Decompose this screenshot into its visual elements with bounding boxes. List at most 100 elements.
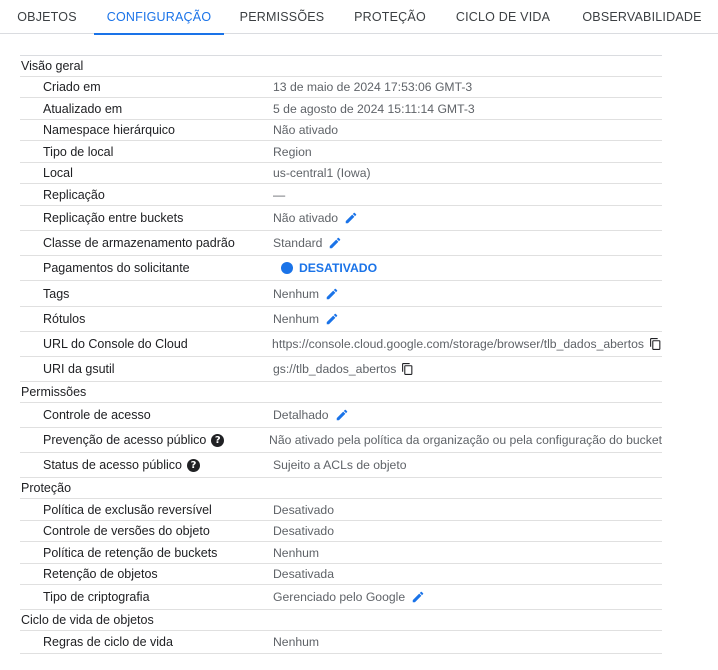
section-overview-title: Visão geral (20, 56, 662, 77)
created-value: 13 de maio de 2024 17:53:06 GMT-3 (273, 80, 473, 94)
storage-class-label: Classe de armazenamento padrão (43, 236, 235, 250)
replication-value: — (273, 187, 286, 202)
labels-label: Rótulos (43, 312, 86, 326)
namespace-label: Namespace hierárquico (43, 123, 176, 137)
encryption-label: Tipo de criptografia (43, 590, 150, 604)
public-prevention-label-cell: Prevenção de acesso público ? (20, 433, 269, 447)
bucket-retention-label: Política de retenção de buckets (43, 545, 218, 560)
row-namespace: Namespace hierárquico Não ativado (20, 120, 662, 141)
row-soft-delete: Política de exclusão reversível Desativa… (20, 499, 662, 521)
gsutil-uri-value: gs://tlb_dados_abertos (273, 362, 397, 376)
row-replication: Replicação — (20, 184, 662, 206)
soft-delete-value: Desativado (273, 502, 334, 517)
tab-configuracao[interactable]: CONFIGURAÇÃO (94, 0, 224, 35)
encryption-value: Gerenciado pelo Google (273, 590, 406, 604)
lifecycle-rules-label: Regras de ciclo de vida (43, 635, 173, 649)
tab-objetos[interactable]: OBJETOS (6, 0, 88, 34)
help-icon[interactable]: ? (186, 458, 200, 472)
tags-cell: Nenhum (273, 287, 662, 301)
versioning-value: Desativado (273, 524, 334, 538)
created-label: Criado em (43, 80, 101, 94)
row-storage-class: Classe de armazenamento padrão Standard (20, 231, 662, 256)
tags-label: Tags (43, 286, 70, 301)
public-status-label: Status de acesso público (43, 458, 182, 472)
namespace-value: Não ativado (273, 123, 339, 137)
public-prevention-value: Não ativado pela política da organização… (269, 433, 662, 447)
gsutil-uri-cell: gs://tlb_dados_abertos (273, 362, 662, 376)
row-gsutil-uri: URI da gsutil gs://tlb_dados_abertos (20, 357, 662, 382)
location-type-value: Region (273, 144, 312, 159)
row-location: Local us-central1 (Iowa) (20, 163, 662, 184)
section-lifecycle-title: Ciclo de vida de objetos (20, 610, 662, 631)
requester-pays-cell: DESATIVADO (273, 261, 662, 275)
tab-observabilidade[interactable]: OBSERVABILIDADE (572, 0, 712, 34)
copy-icon[interactable] (401, 362, 414, 376)
status-dot-icon (281, 262, 293, 274)
section-permissions-title: Permissões (20, 382, 662, 403)
public-status-value: Sujeito a ACLs de objeto (273, 458, 407, 472)
row-bucket-retention: Política de retenção de buckets Nenhum (20, 542, 662, 564)
row-tags: Tags Nenhum (20, 281, 662, 307)
edit-icon[interactable] (411, 590, 425, 604)
object-retention-value: Desativada (273, 567, 334, 581)
console-url-label: URL do Console do Cloud (43, 337, 188, 351)
labels-value: Nenhum (273, 312, 320, 326)
bucket-retention-value: Nenhum (273, 545, 320, 560)
updated-label: Atualizado em (43, 101, 123, 116)
row-public-status: Status de acesso público ? Sujeito a ACL… (20, 453, 662, 478)
lifecycle-rules-value: Nenhum (273, 635, 320, 649)
tab-protecao[interactable]: PROTEÇÃO (346, 0, 434, 34)
storage-class-value: Standard (273, 236, 323, 250)
access-control-cell: Detalhado (273, 408, 662, 422)
access-control-label: Controle de acesso (43, 408, 151, 422)
public-status-label-cell: Status de acesso público ? (20, 458, 273, 472)
edit-icon[interactable] (325, 287, 339, 301)
cross-replication-cell: Não ativado (273, 211, 662, 225)
soft-delete-label: Política de exclusão reversível (43, 502, 212, 517)
row-cross-replication: Replicação entre buckets Não ativado (20, 206, 662, 231)
edit-icon[interactable] (325, 312, 339, 326)
tab-bar: OBJETOS CONFIGURAÇÃO PERMISSÕES PROTEÇÃO… (0, 0, 718, 35)
gsutil-uri-label: URI da gsutil (43, 362, 115, 376)
row-location-type: Tipo de local Region (20, 141, 662, 163)
tags-value: Nenhum (273, 286, 320, 301)
row-created: Criado em 13 de maio de 2024 17:53:06 GM… (20, 77, 662, 98)
edit-icon[interactable] (344, 211, 358, 225)
row-console-url: URL do Console do Cloud https://console.… (20, 332, 662, 357)
edit-icon[interactable] (335, 408, 349, 422)
row-updated: Atualizado em 5 de agosto de 2024 15:11:… (20, 98, 662, 120)
copy-icon[interactable] (649, 337, 662, 351)
storage-class-cell: Standard (273, 236, 662, 250)
row-encryption: Tipo de criptografia Gerenciado pelo Goo… (20, 585, 662, 610)
cross-replication-label: Replicação entre buckets (43, 211, 184, 225)
updated-value: 5 de agosto de 2024 15:11:14 GMT-3 (273, 101, 475, 116)
tab-permissoes[interactable]: PERMISSÕES (234, 0, 330, 34)
row-access-control: Controle de acesso Detalhado (20, 403, 662, 428)
row-labels: Rótulos Nenhum (20, 307, 662, 332)
row-requester-pays: Pagamentos do solicitante DESATIVADO (20, 256, 662, 281)
location-value: us-central1 (Iowa) (273, 166, 371, 180)
section-protection-title: Proteção (20, 478, 662, 499)
tab-ciclo-de-vida[interactable]: CICLO DE VIDA (450, 0, 556, 34)
console-url-value: https://console.cloud.google.com/storage… (272, 337, 644, 351)
replication-label: Replicação (43, 187, 105, 202)
location-type-label: Tipo de local (43, 144, 114, 159)
requester-pays-label: Pagamentos do solicitante (43, 261, 190, 275)
row-public-prevention: Prevenção de acesso público ? Não ativad… (20, 428, 662, 453)
requester-pays-value: DESATIVADO (299, 261, 378, 275)
help-icon[interactable]: ? (211, 433, 225, 447)
row-versioning: Controle de versões do objeto Desativado (20, 521, 662, 542)
public-prevention-label: Prevenção de acesso público (43, 433, 207, 447)
versioning-label: Controle de versões do objeto (43, 524, 210, 538)
labels-cell: Nenhum (273, 312, 662, 326)
bucket-config-table: Visão geral Criado em 13 de maio de 2024… (20, 55, 662, 654)
cross-replication-value: Não ativado (273, 211, 339, 225)
access-control-value: Detalhado (273, 408, 329, 422)
object-retention-label: Retenção de objetos (43, 567, 158, 581)
encryption-cell: Gerenciado pelo Google (273, 590, 662, 604)
console-url-cell: https://console.cloud.google.com/storage… (272, 337, 662, 351)
edit-icon[interactable] (328, 236, 342, 250)
location-label: Local (43, 166, 73, 180)
row-lifecycle-rules: Regras de ciclo de vida Nenhum (20, 631, 662, 654)
row-object-retention: Retenção de objetos Desativada (20, 564, 662, 585)
